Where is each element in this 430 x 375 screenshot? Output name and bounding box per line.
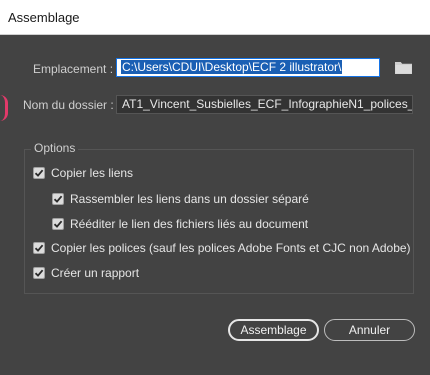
- copy-links-checkbox[interactable]: Copier les liens: [33, 166, 133, 180]
- background-artwork-edge: [0, 95, 8, 121]
- location-label: Emplacement :: [33, 62, 114, 76]
- checkbox-box[interactable]: [52, 218, 64, 230]
- options-title: Options: [31, 141, 79, 155]
- folder-name-field[interactable]: AT1_Vincent_Susbielles_ECF_InfographieN1…: [116, 95, 413, 114]
- relink-label: Rééditer le lien des fichiers liés au do…: [70, 217, 309, 231]
- location-field[interactable]: C:\Users\CDUI\Desktop\ECF 2 illustrator\: [116, 58, 380, 77]
- create-report-label: Créer un rapport: [51, 266, 140, 280]
- copy-links-label: Copier les liens: [51, 166, 134, 180]
- relink-checkbox[interactable]: Rééditer le lien des fichiers liés au do…: [52, 217, 308, 231]
- package-button[interactable]: Assemblage: [228, 319, 319, 341]
- checkmark-icon: [53, 195, 63, 203]
- copy-fonts-label: Copier les polices (sauf les polices Ado…: [51, 241, 411, 255]
- checkmark-icon: [53, 220, 63, 228]
- checkmark-icon: [34, 269, 44, 277]
- checkbox-box[interactable]: [33, 167, 45, 179]
- title-bar: Assemblage: [0, 0, 430, 35]
- dialog-title: Assemblage: [8, 10, 80, 25]
- checkbox-box[interactable]: [33, 267, 45, 279]
- copy-fonts-checkbox[interactable]: Copier les polices (sauf les polices Ado…: [33, 241, 411, 255]
- gather-links-checkbox[interactable]: Rassembler les liens dans un dossier sép…: [52, 192, 309, 206]
- checkbox-box[interactable]: [33, 242, 45, 254]
- folder-name-label: Nom du dossier :: [23, 98, 114, 112]
- checkmark-icon: [34, 244, 44, 252]
- gather-links-label: Rassembler les liens dans un dossier sép…: [70, 192, 309, 206]
- folder-icon[interactable]: [395, 61, 412, 74]
- checkmark-icon: [34, 169, 44, 177]
- package-dialog: Assemblage Emplacement : C:\Users\CDUI\D…: [0, 0, 430, 375]
- checkbox-box[interactable]: [52, 193, 64, 205]
- create-report-checkbox[interactable]: Créer un rapport: [33, 266, 139, 280]
- cancel-button[interactable]: Annuler: [324, 319, 415, 341]
- location-value: C:\Users\CDUI\Desktop\ECF 2 illustrator\: [121, 60, 343, 74]
- folder-name-value: AT1_Vincent_Susbielles_ECF_InfographieN1…: [122, 97, 413, 111]
